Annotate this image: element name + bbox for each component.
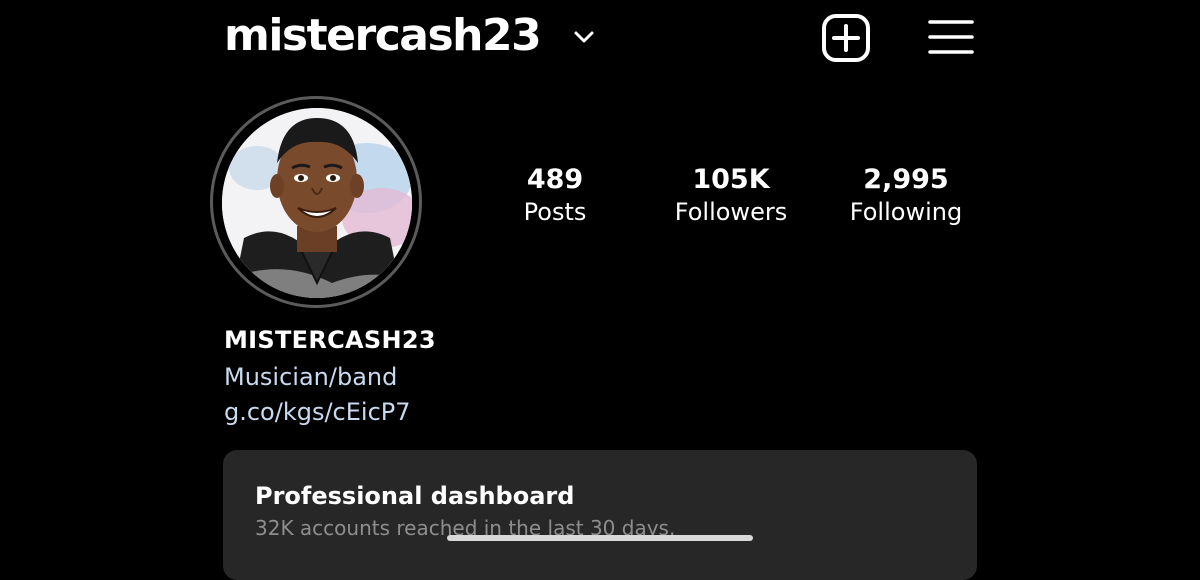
avatar-illustration [222,108,412,298]
professional-dashboard-card[interactable]: Professional dashboard 32K accounts reac… [223,450,977,580]
stat-posts-value: 489 [526,164,584,195]
dashboard-title: Professional dashboard [255,482,575,510]
stat-following[interactable]: 2,995 Following [821,164,991,228]
stat-followers[interactable]: 105K Followers [646,164,816,228]
home-indicator[interactable] [447,535,753,541]
hamburger-menu-icon[interactable] [928,14,974,60]
profile-username[interactable]: mistercash23 [224,10,542,62]
profile-category: Musician/band [224,363,398,391]
plus-square-icon[interactable] [820,12,872,64]
stat-followers-label: Followers [674,198,788,226]
profile-display-name: MISTERCASH23 [224,326,436,354]
chevron-down-icon[interactable] [571,24,597,50]
stat-posts[interactable]: 489 Posts [470,164,640,228]
stat-following-value: 2,995 [863,164,949,195]
stat-posts-label: Posts [523,198,587,226]
avatar[interactable] [222,108,412,298]
stat-followers-value: 105K [692,164,770,195]
profile-link[interactable]: g.co/kgs/cEicP7 [224,396,411,428]
stat-following-label: Following [849,198,963,226]
